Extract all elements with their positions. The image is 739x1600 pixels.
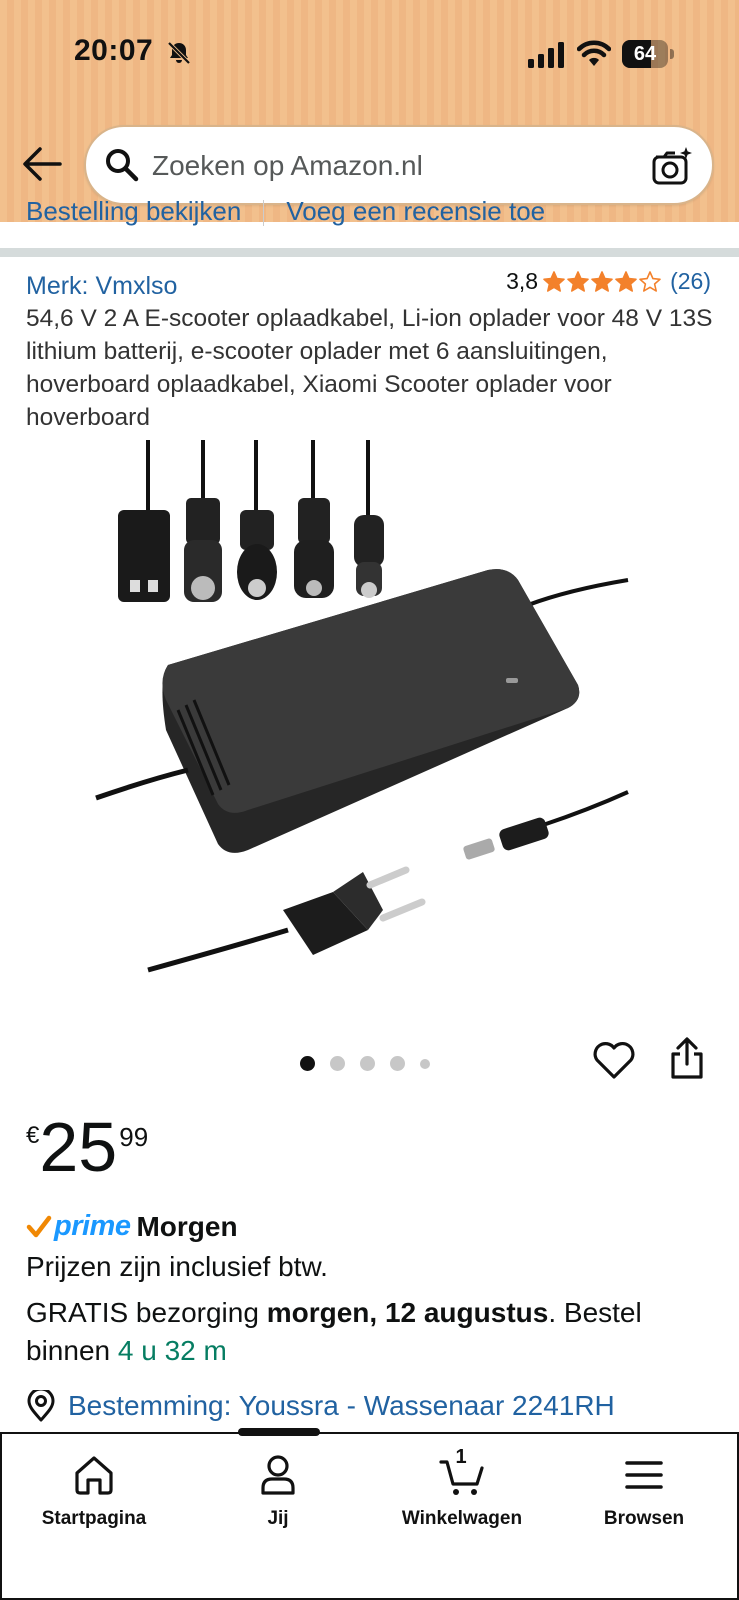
product-title: 54,6 V 2 A E-scooter oplaadkabel, Li-ion…: [26, 305, 713, 431]
carousel-dot[interactable]: [390, 1056, 405, 1071]
bell-off-icon: [167, 41, 191, 65]
battery-icon: 64: [622, 40, 674, 68]
carousel-dot[interactable]: [330, 1056, 345, 1071]
home-icon: [75, 1456, 113, 1495]
heart-icon[interactable]: [592, 1040, 636, 1080]
star-icon: [639, 270, 661, 292]
status-time: 20:07: [74, 34, 154, 67]
link-divider: [263, 200, 265, 227]
nav-you[interactable]: Jij: [208, 1452, 348, 1552]
input-cable: [95, 767, 189, 801]
brand-link[interactable]: Merk: Vmxlso: [26, 272, 177, 301]
carousel-dot[interactable]: [360, 1056, 375, 1071]
price: € 25 99: [26, 1112, 148, 1182]
nav-handle: [238, 1428, 320, 1436]
header: 20:07 64: [0, 0, 739, 222]
output-cable: [527, 578, 629, 607]
nav-browse[interactable]: Browsen: [574, 1452, 714, 1552]
rating-summary[interactable]: 3,8 (26): [506, 268, 711, 295]
rating-stars: [542, 270, 662, 294]
star-icon: [543, 270, 565, 292]
nav-cart[interactable]: 1 Winkelwagen: [392, 1446, 532, 1552]
image-carousel-dots[interactable]: [300, 1056, 445, 1071]
star-icon: [615, 270, 637, 292]
delivery-info: GRATIS bezorging morgen, 12 augustus. Be…: [26, 1294, 716, 1370]
price-symbol: €: [26, 1122, 40, 1149]
prime-check-icon: [26, 1215, 52, 1237]
bottom-navigation: Startpagina Jij 1 Winkelwagen Browsen: [0, 1428, 739, 1600]
eu-plug: [147, 866, 426, 973]
nav-cart-label: Winkelwagen: [401, 1508, 523, 1529]
cart-count: 1: [455, 1446, 467, 1468]
rating-value: 3,8: [506, 268, 539, 294]
nav-you-label: Jij: [267, 1508, 289, 1529]
carousel-dot[interactable]: [300, 1056, 315, 1071]
search-bar[interactable]: [84, 125, 714, 205]
status-bar: 20:07 64: [0, 0, 739, 110]
delivery-location[interactable]: Bestemming: Youssra - Wassenaar 2241RH: [26, 1390, 615, 1422]
section-divider: [0, 248, 739, 257]
delivery-date: morgen, 12 augustus: [266, 1297, 549, 1328]
star-icon: [567, 270, 589, 292]
prime-delivery-row: prime Morgen: [26, 1210, 238, 1243]
back-arrow-icon[interactable]: [22, 146, 62, 182]
share-icon[interactable]: [668, 1036, 706, 1080]
rating-count[interactable]: (26): [670, 268, 711, 295]
wifi-icon: [577, 40, 611, 66]
price-whole: 25: [39, 1108, 118, 1186]
prime-delivery-day: Morgen: [136, 1210, 238, 1242]
write-review-link[interactable]: Voeg een recensie toe: [286, 196, 545, 227]
nav-home[interactable]: Startpagina: [24, 1452, 164, 1552]
prime-logo: prime: [54, 1210, 131, 1242]
delivery-free-prefix: GRATIS bezorging: [26, 1297, 267, 1328]
view-order-link[interactable]: Bestelling bekijken: [26, 196, 241, 227]
review-links-row: Bestelling bekijken Voeg een recensie toe: [26, 196, 716, 236]
vat-note: Prijzen zijn inclusief btw.: [26, 1251, 328, 1282]
delivery-countdown: 4 u 32 m: [117, 1335, 227, 1366]
star-icon: [591, 270, 613, 292]
search-icon: [106, 149, 139, 182]
dc-jack: [463, 790, 629, 860]
connector-cables: [146, 440, 370, 515]
charger-body: [162, 569, 580, 853]
battery-percent: 64: [633, 43, 657, 65]
user-icon: [261, 1455, 295, 1495]
price-fraction: 99: [119, 1122, 149, 1152]
location-pin-icon: [27, 1390, 55, 1422]
carousel-dot[interactable]: [420, 1058, 430, 1069]
menu-icon: [625, 1461, 663, 1489]
nav-browse-label: Browsen: [603, 1508, 685, 1529]
nav-home-label: Startpagina: [41, 1508, 147, 1529]
location-text[interactable]: Bestemming: Youssra - Wassenaar 2241RH: [68, 1390, 615, 1422]
connector-plugs: [118, 498, 384, 602]
camera-icon[interactable]: [650, 143, 694, 187]
search-input[interactable]: [152, 141, 622, 191]
product-image[interactable]: [88, 440, 648, 1000]
signal-icon: [528, 42, 564, 68]
